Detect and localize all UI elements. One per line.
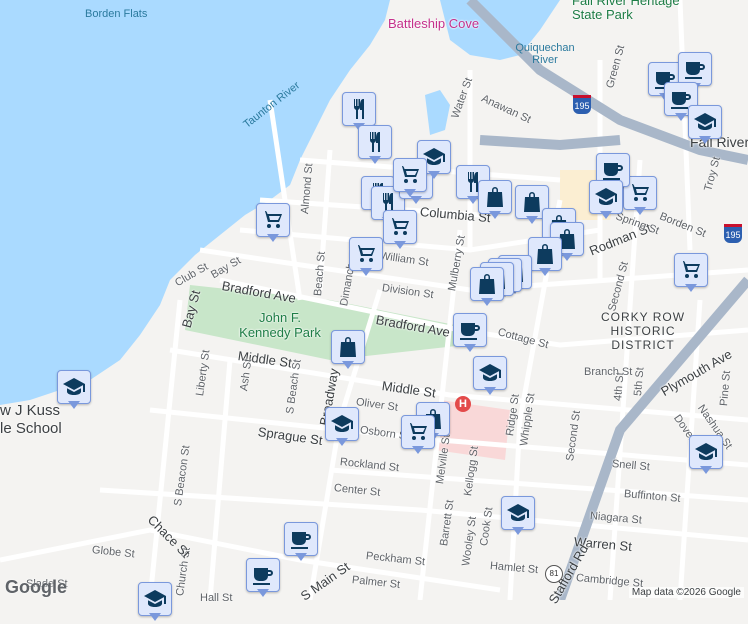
- shopping-cart-icon: [628, 181, 652, 205]
- map-marker-coffee-cup[interactable]: [246, 558, 280, 600]
- marker-pointer: [464, 344, 476, 352]
- map-marker-graduation-cap[interactable]: [473, 356, 507, 398]
- route-81-shield: 81: [545, 565, 563, 583]
- marker-pointer: [489, 211, 501, 219]
- map-marker-graduation-cap[interactable]: [589, 180, 623, 222]
- shopping-cart-icon: [261, 208, 285, 232]
- marker-pointer: [68, 401, 80, 409]
- shopping-bag-icon: [475, 272, 499, 296]
- graduation-cap-icon: [143, 587, 167, 611]
- graduation-cap-icon: [694, 440, 718, 464]
- marker-pointer: [394, 241, 406, 249]
- marker-pointer: [700, 466, 712, 474]
- marker-pointer: [267, 234, 279, 242]
- shopping-cart-icon: [354, 242, 378, 266]
- map-marker-coffee-cup[interactable]: [284, 522, 318, 564]
- shopping-bag-icon: [533, 242, 557, 266]
- marker-pointer: [149, 613, 161, 621]
- map-canvas[interactable]: [0, 0, 748, 600]
- map-marker-shopping-bag[interactable]: [528, 237, 562, 279]
- marker-pointer: [336, 438, 348, 446]
- street-label: 4th St: [612, 371, 627, 402]
- graduation-cap-icon: [62, 375, 86, 399]
- map-marker-shopping-cart[interactable]: [401, 415, 435, 457]
- marker-pointer: [512, 527, 524, 535]
- map-marker-graduation-cap[interactable]: [689, 435, 723, 477]
- map-marker-shopping-cart[interactable]: [383, 210, 417, 252]
- restaurant-icon: [363, 130, 387, 154]
- restaurant-icon: [347, 97, 371, 121]
- label-borden-flats: Borden Flats: [85, 8, 148, 20]
- label-battleship-cove[interactable]: Battleship Cove: [388, 16, 479, 31]
- marker-pointer: [685, 284, 697, 292]
- marker-pointer: [360, 268, 372, 276]
- coffee-cup-icon: [251, 563, 275, 587]
- graduation-cap-icon: [693, 110, 717, 134]
- graduation-cap-icon: [478, 361, 502, 385]
- map-marker-graduation-cap[interactable]: [325, 407, 359, 449]
- marker-pointer: [675, 113, 687, 121]
- label-heritage-park[interactable]: Fall River Heritage State Park: [572, 0, 692, 22]
- pond: [425, 90, 450, 135]
- marker-pointer: [600, 211, 612, 219]
- map-marker-shopping-bag[interactable]: [331, 330, 365, 372]
- label-corky-row: CORKY ROW HISTORIC DISTRICT: [600, 310, 686, 352]
- shopping-cart-icon: [406, 420, 430, 444]
- marker-pointer: [699, 136, 711, 144]
- marker-pointer: [404, 189, 416, 197]
- map-marker-shopping-bag[interactable]: [470, 267, 504, 309]
- interstate-195-shield: 195: [724, 224, 742, 243]
- map-marker-graduation-cap[interactable]: [501, 496, 535, 538]
- street-label: Hall St: [200, 592, 233, 604]
- marker-pointer: [428, 171, 440, 179]
- graduation-cap-icon: [594, 185, 618, 209]
- interstate-195-shield: 195: [573, 95, 591, 114]
- map-attribution[interactable]: Map data ©2026 Google: [628, 587, 744, 598]
- marker-pointer: [369, 156, 381, 164]
- marker-pointer: [295, 553, 307, 561]
- map-marker-graduation-cap[interactable]: [57, 370, 91, 412]
- marker-pointer: [412, 446, 424, 454]
- hospital-icon[interactable]: H: [455, 396, 471, 412]
- street-label: 5th St: [632, 366, 647, 397]
- map-marker-restaurant[interactable]: [358, 125, 392, 167]
- shopping-cart-icon: [398, 163, 422, 187]
- coffee-cup-icon: [601, 158, 625, 182]
- marker-pointer: [634, 207, 646, 215]
- map-marker-shopping-bag[interactable]: [478, 180, 512, 222]
- marker-pointer: [342, 361, 354, 369]
- map-marker-shopping-cart[interactable]: [256, 203, 290, 245]
- coffee-cup-icon: [683, 57, 707, 81]
- map-marker-shopping-cart[interactable]: [674, 253, 708, 295]
- shopping-bag-icon: [336, 335, 360, 359]
- coffee-cup-icon: [289, 527, 313, 551]
- map-marker-shopping-cart[interactable]: [349, 237, 383, 279]
- google-logo: Google: [5, 577, 67, 597]
- map-marker-coffee-cup[interactable]: [453, 313, 487, 355]
- marker-pointer: [484, 387, 496, 395]
- map-marker-shopping-cart[interactable]: [393, 158, 427, 200]
- marker-pointer: [526, 216, 538, 224]
- shopping-cart-icon: [679, 258, 703, 282]
- map-marker-graduation-cap[interactable]: [138, 582, 172, 624]
- graduation-cap-icon: [330, 412, 354, 436]
- coffee-cup-icon: [458, 318, 482, 342]
- graduation-cap-icon: [506, 501, 530, 525]
- shopping-bag-icon: [520, 190, 544, 214]
- label-school[interactable]: w J Kuss le School: [0, 402, 62, 438]
- shopping-bag-icon: [483, 185, 507, 209]
- marker-pointer: [561, 253, 573, 261]
- marker-pointer: [481, 298, 493, 306]
- map-marker-graduation-cap[interactable]: [688, 105, 722, 147]
- marker-pointer: [257, 589, 269, 597]
- label-quiquechan-river: Quiquechan River: [515, 42, 575, 66]
- shopping-cart-icon: [388, 215, 412, 239]
- marker-pointer: [539, 268, 551, 276]
- label-jfk-park[interactable]: John F. Kennedy Park: [232, 310, 328, 340]
